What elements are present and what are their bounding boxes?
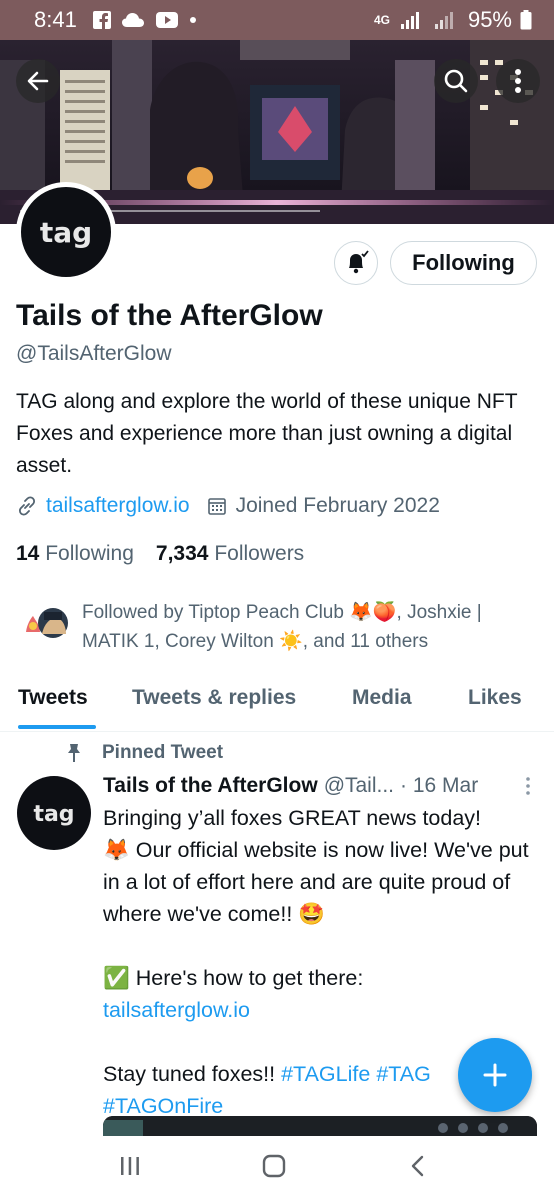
hashtag-tag[interactable]: #TAG: [376, 1062, 431, 1086]
profile-avatar[interactable]: tag: [16, 182, 116, 282]
followed-by[interactable]: Followed by Tiptop Peach Club 🦊🍑, Joshxi…: [16, 598, 527, 656]
pin-icon: [68, 744, 80, 762]
tweet-line-1: Bringing y’all foxes GREAT news today!: [103, 806, 482, 830]
battery-percent: 95%: [467, 7, 512, 32]
compose-tweet-button[interactable]: [458, 1038, 532, 1112]
pinned-tweet-label: Pinned Tweet: [66, 742, 223, 764]
profile-bio: TAG along and explore the world of these…: [16, 390, 518, 477]
profile-name: Tails of the AfterGlow: [16, 299, 323, 332]
profile-meta: tailsafterglow.io Joined February 2022: [16, 494, 440, 518]
more-button[interactable]: [496, 59, 540, 103]
profile-handle: @TailsAfterGlow: [16, 342, 172, 365]
link-icon: [18, 496, 36, 516]
notifications-button[interactable]: [334, 241, 378, 285]
arrow-left-icon: [27, 71, 49, 91]
follower-avatar-2: [38, 608, 68, 638]
recent-apps-icon[interactable]: [118, 1154, 142, 1178]
followed-by-avatars: [16, 598, 76, 644]
following-button[interactable]: Following: [390, 241, 537, 285]
youtube-icon: [155, 12, 178, 28]
status-bar: 8:41 4G 95%: [0, 0, 554, 40]
back-nav-icon[interactable]: [408, 1154, 428, 1178]
svg-text:tag: tag: [40, 216, 92, 249]
profile-tabs: Tweets Tweets & replies Media Likes: [0, 678, 554, 732]
tweet-media-preview[interactable]: [103, 1116, 537, 1136]
tag-logo-small: tag: [33, 802, 74, 827]
follow-stats: 14 Following 7,334 Followers: [16, 542, 304, 566]
joined-date: Joined February 2022: [235, 494, 440, 517]
followers-stat[interactable]: 7,334 Followers: [156, 542, 304, 566]
more-vertical-icon: [515, 69, 521, 93]
hashtag-taglife[interactable]: #TAGLife: [281, 1062, 370, 1086]
tab-likes[interactable]: Likes: [468, 686, 522, 710]
followed-by-line-1: Followed by Tiptop Peach Club 🦊🍑, Joshxi…: [82, 602, 482, 623]
system-navigation-bar: [0, 1136, 554, 1200]
tweet-link[interactable]: tailsafterglow.io: [103, 994, 543, 1026]
tab-tweets-replies[interactable]: Tweets & replies: [132, 686, 296, 710]
pinned-label-text: Pinned Tweet: [102, 742, 224, 763]
signal-icon: [400, 12, 419, 29]
tweet-date[interactable]: · 16 Mar: [400, 774, 478, 798]
tweet-more-icon[interactable]: [525, 776, 531, 796]
tweet-line-3: ✅ Here's how to get there:: [103, 966, 364, 990]
back-button[interactable]: [16, 59, 60, 103]
following-count: 14: [16, 542, 40, 565]
bell-icon: [349, 250, 369, 274]
website-link[interactable]: tailsafterglow.io: [46, 494, 190, 518]
search-icon: [444, 69, 468, 93]
tab-media[interactable]: Media: [352, 686, 412, 710]
tweet-line-2: 🦊 Our official website is now live! We'v…: [103, 838, 529, 926]
plus-icon: [483, 1063, 507, 1087]
following-label: Following: [45, 542, 134, 565]
media-thumbnail: [103, 1116, 537, 1136]
tag-logo: tag: [40, 216, 92, 249]
tweet-line-4-text: Stay tuned foxes!!: [103, 1062, 282, 1086]
dot-icon: [189, 17, 196, 23]
tweet-header: Tails of the AfterGlow @Tail... · 16 Mar: [103, 774, 543, 798]
search-button[interactable]: [434, 59, 478, 103]
status-right: 4G 95%: [374, 7, 532, 33]
home-icon[interactable]: [261, 1154, 287, 1178]
followers-count: 7,334: [155, 542, 209, 565]
facebook-icon: [92, 11, 111, 29]
signal-icon-2: [434, 12, 453, 29]
tweet-author[interactable]: Tails of the AfterGlow: [103, 774, 318, 798]
notification-icons: [92, 11, 197, 29]
battery-icon: [520, 10, 532, 30]
network-type: 4G: [373, 12, 390, 27]
tweet-handle[interactable]: @Tail...: [324, 774, 394, 798]
cloud-icon: [121, 13, 144, 27]
status-time: 8:41: [34, 7, 77, 32]
followed-by-line-2: MATIK 1, Corey Wilton ☀️, and 11 others: [82, 631, 429, 652]
active-tab-indicator: [18, 725, 96, 729]
followed-by-text: Followed by Tiptop Peach Club 🦊🍑, Joshxi…: [82, 598, 527, 656]
followers-label: Followers: [214, 542, 305, 565]
following-stat[interactable]: 14 Following: [16, 542, 134, 566]
tweet-avatar[interactable]: tag: [17, 776, 91, 850]
calendar-icon: [207, 498, 226, 515]
svg-text:tag: tag: [33, 802, 74, 827]
tab-tweets[interactable]: Tweets: [18, 686, 88, 710]
